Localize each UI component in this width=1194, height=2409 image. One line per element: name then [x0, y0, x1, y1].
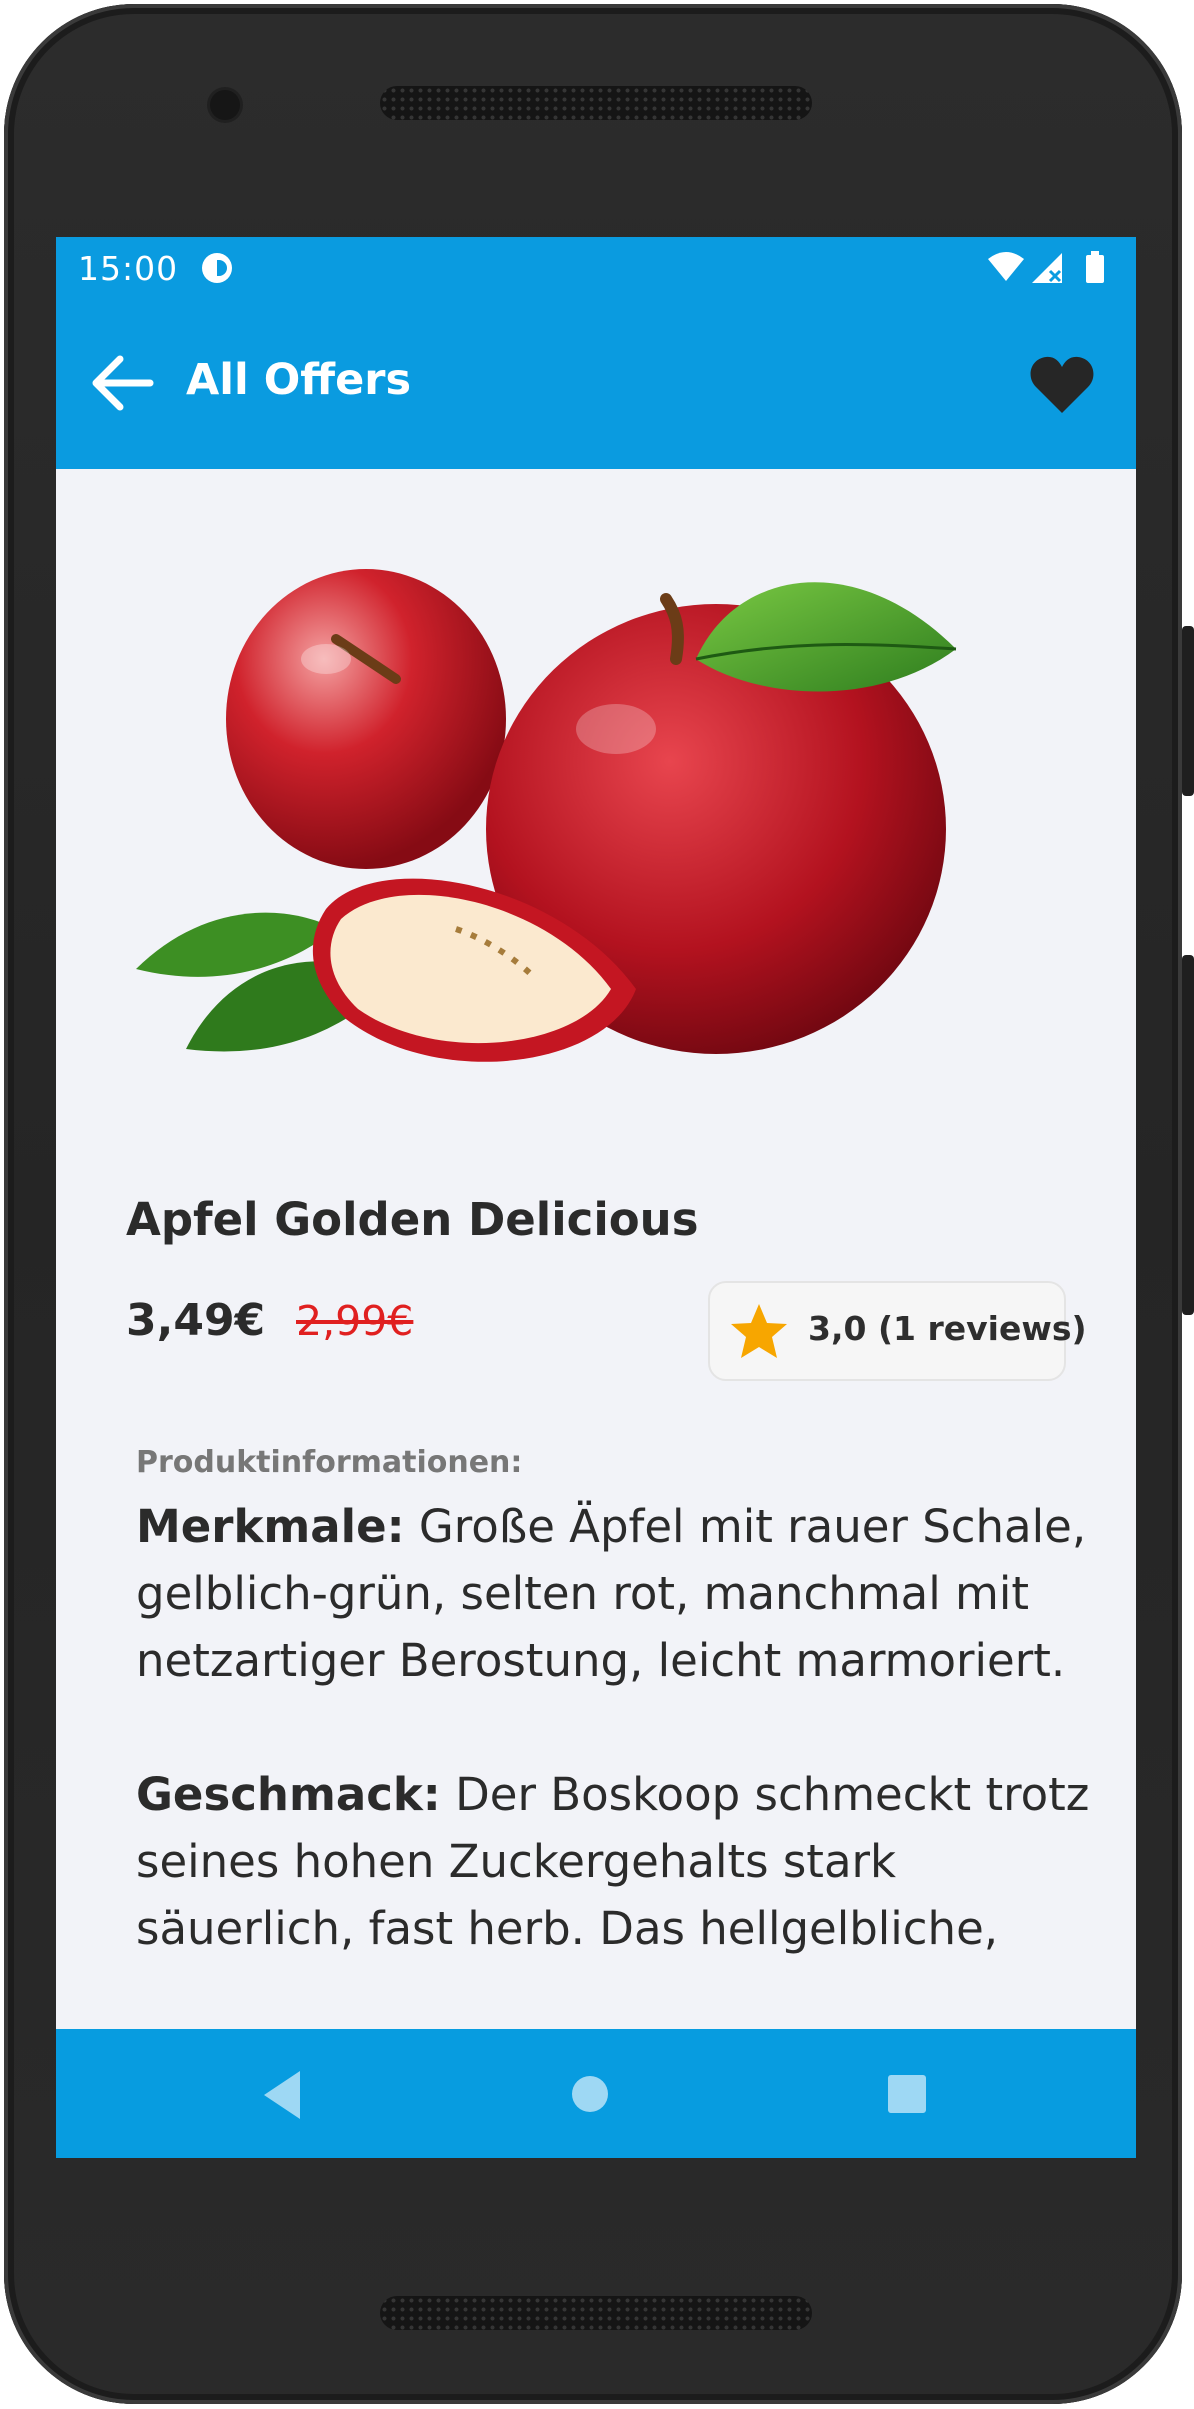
wifi-icon	[988, 252, 1024, 281]
heart-icon[interactable]	[1026, 349, 1098, 421]
product-info-body: Merkmale: Große Äpfel mit rauer Schale, …	[136, 1493, 1096, 2029]
info-label: Geschmack:	[136, 1768, 441, 1821]
current-price: 3,49€	[126, 1295, 266, 1346]
page-title: All Offers	[186, 355, 412, 405]
recents-square-icon[interactable]	[886, 2073, 928, 2115]
front-camera	[210, 90, 240, 120]
home-circle-icon[interactable]	[570, 2074, 610, 2114]
status-time: 15:00	[78, 249, 179, 288]
phone-frame: 15:00 All Offers Apfel Golden Delicious …	[4, 4, 1182, 2404]
status-icons	[988, 251, 1104, 283]
info-label: Merkmale:	[136, 1500, 405, 1553]
product-name: Apfel Golden Delicious	[126, 1193, 699, 1246]
product-detail: Apfel Golden Delicious 3,49€ 2,99€ 3,0 (…	[56, 469, 1136, 2029]
system-nav-bar	[56, 2029, 1136, 2158]
battery-icon	[1086, 251, 1104, 283]
info-section-taste: Geschmack: Der Boskoop schmeckt trotz se…	[136, 1761, 1096, 1962]
info-section-features: Merkmale: Große Äpfel mit rauer Schale, …	[136, 1493, 1096, 1694]
back-triangle-icon[interactable]	[256, 2067, 306, 2123]
star-icon	[731, 1304, 787, 1358]
rating-badge[interactable]: 3,0 (1 reviews)	[708, 1281, 1087, 1381]
rating-text: 3,0 (1 reviews)	[808, 1309, 1087, 1348]
app-bar: All Offers	[56, 299, 1136, 469]
status-bar: 15:00	[56, 237, 1136, 299]
product-info-heading: Produktinformationen:	[136, 1445, 523, 1480]
device-screen: 15:00 All Offers Apfel Golden Delicious …	[56, 237, 1136, 2158]
back-arrow-icon[interactable]	[86, 347, 158, 419]
old-price: 2,99€	[296, 1297, 414, 1345]
signal-icon	[1032, 253, 1062, 283]
power-button	[1182, 626, 1194, 796]
app-notification-icon	[202, 253, 232, 283]
bottom-speaker-grille	[380, 2296, 812, 2330]
product-image	[136, 569, 957, 1062]
volume-button	[1182, 955, 1194, 1315]
top-speaker-grille	[380, 86, 812, 120]
